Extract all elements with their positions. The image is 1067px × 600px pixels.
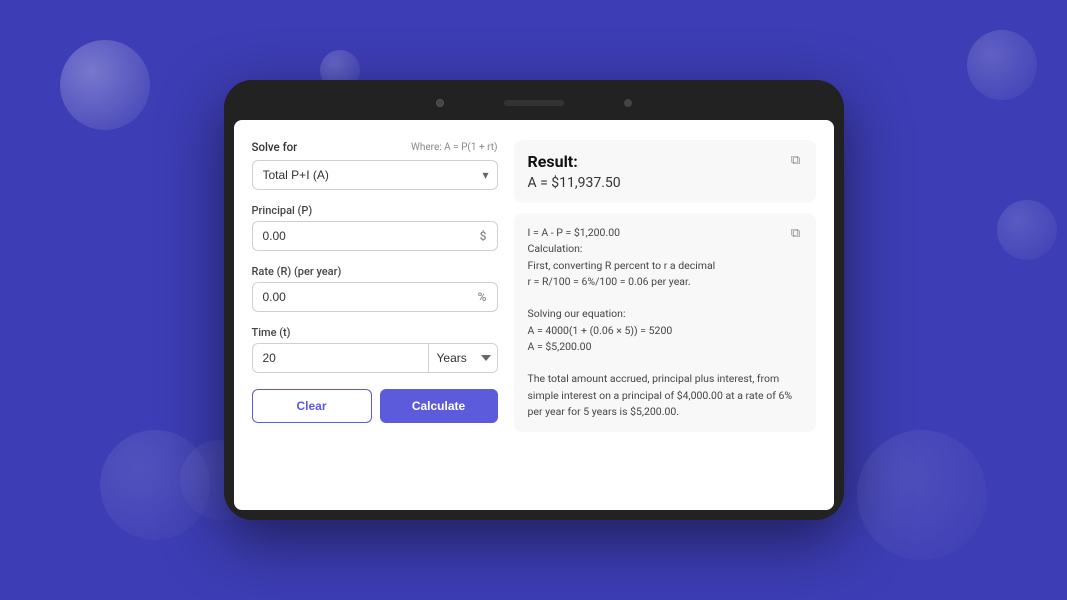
solve-for-section: Solve for Where: A = P(1 + rt) Total P+I… [252,140,498,190]
detail-interest: I = A - P = $1,200.00 [528,226,621,239]
detail-summary: The total amount accrued, principal plus… [528,372,793,418]
tablet-top-bar [234,94,834,112]
principal-section: Principal (P) $ [252,204,498,251]
detail-calc-line1: First, converting R percent to r a decim… [528,259,716,272]
time-input-wrapper: Years Months Days [252,343,498,373]
calculator-panel: Solve for Where: A = P(1 + rt) Total P+I… [252,140,498,490]
result-detail-box: ⧉ I = A - P = $1,200.00 Calculation: Fir… [514,213,816,432]
time-section: Time (t) Years Months Days [252,326,498,373]
clear-button[interactable]: Clear [252,389,372,423]
solve-for-header: Solve for Where: A = P(1 + rt) [252,140,498,154]
result-main-box: Result: A = $11,937.50 ⧉ [514,140,816,203]
solve-for-label: Solve for [252,140,298,154]
formula-label: Where: A = P(1 + rt) [411,142,498,153]
detail-calc-line2: r = R/100 = 6%/100 = 0.06 per year. [528,275,691,288]
principal-input[interactable] [253,222,470,250]
principal-label: Principal (P) [252,204,498,217]
solve-for-select[interactable]: Total P+I (A) Principal (P) Rate (R) Tim… [253,161,497,189]
tablet-mic [624,99,632,107]
solve-for-select-wrapper[interactable]: Total P+I (A) Principal (P) Rate (R) Tim… [252,160,498,190]
rate-suffix: % [468,290,497,304]
rate-input[interactable] [253,283,468,311]
detail-calc-header: Calculation: [528,242,583,255]
copy-detail-icon[interactable]: ⧉ [786,223,806,243]
copy-result-icon[interactable]: ⧉ [786,150,806,170]
rate-section: Rate (R) (per year) % [252,265,498,312]
tablet-frame: Solve for Where: A = P(1 + rt) Total P+I… [224,80,844,520]
rate-input-wrapper: % [252,282,498,312]
principal-input-wrapper: $ [252,221,498,251]
detail-equation-line1: A = 4000(1 + (0.06 × 5)) = 5200 [528,324,673,337]
detail-equation-line2: A = $5,200.00 [528,340,592,353]
time-unit-select[interactable]: Years Months Days [428,344,497,372]
rate-label: Rate (R) (per year) [252,265,498,278]
tablet-speaker [504,100,564,106]
result-detail-text: I = A - P = $1,200.00 Calculation: First… [528,225,802,420]
time-input[interactable] [253,344,428,372]
detail-solving-header: Solving our equation: [528,307,626,320]
result-title: Result: [528,152,802,171]
result-main-value: A = $11,937.50 [528,175,802,191]
result-panel: Result: A = $11,937.50 ⧉ ⧉ I = A - P = $… [514,140,816,490]
button-row: Clear Calculate [252,389,498,423]
calculate-button[interactable]: Calculate [380,389,498,423]
principal-suffix: $ [470,229,497,243]
time-label: Time (t) [252,326,498,339]
tablet-camera [436,99,444,107]
tablet-screen: Solve for Where: A = P(1 + rt) Total P+I… [234,120,834,510]
